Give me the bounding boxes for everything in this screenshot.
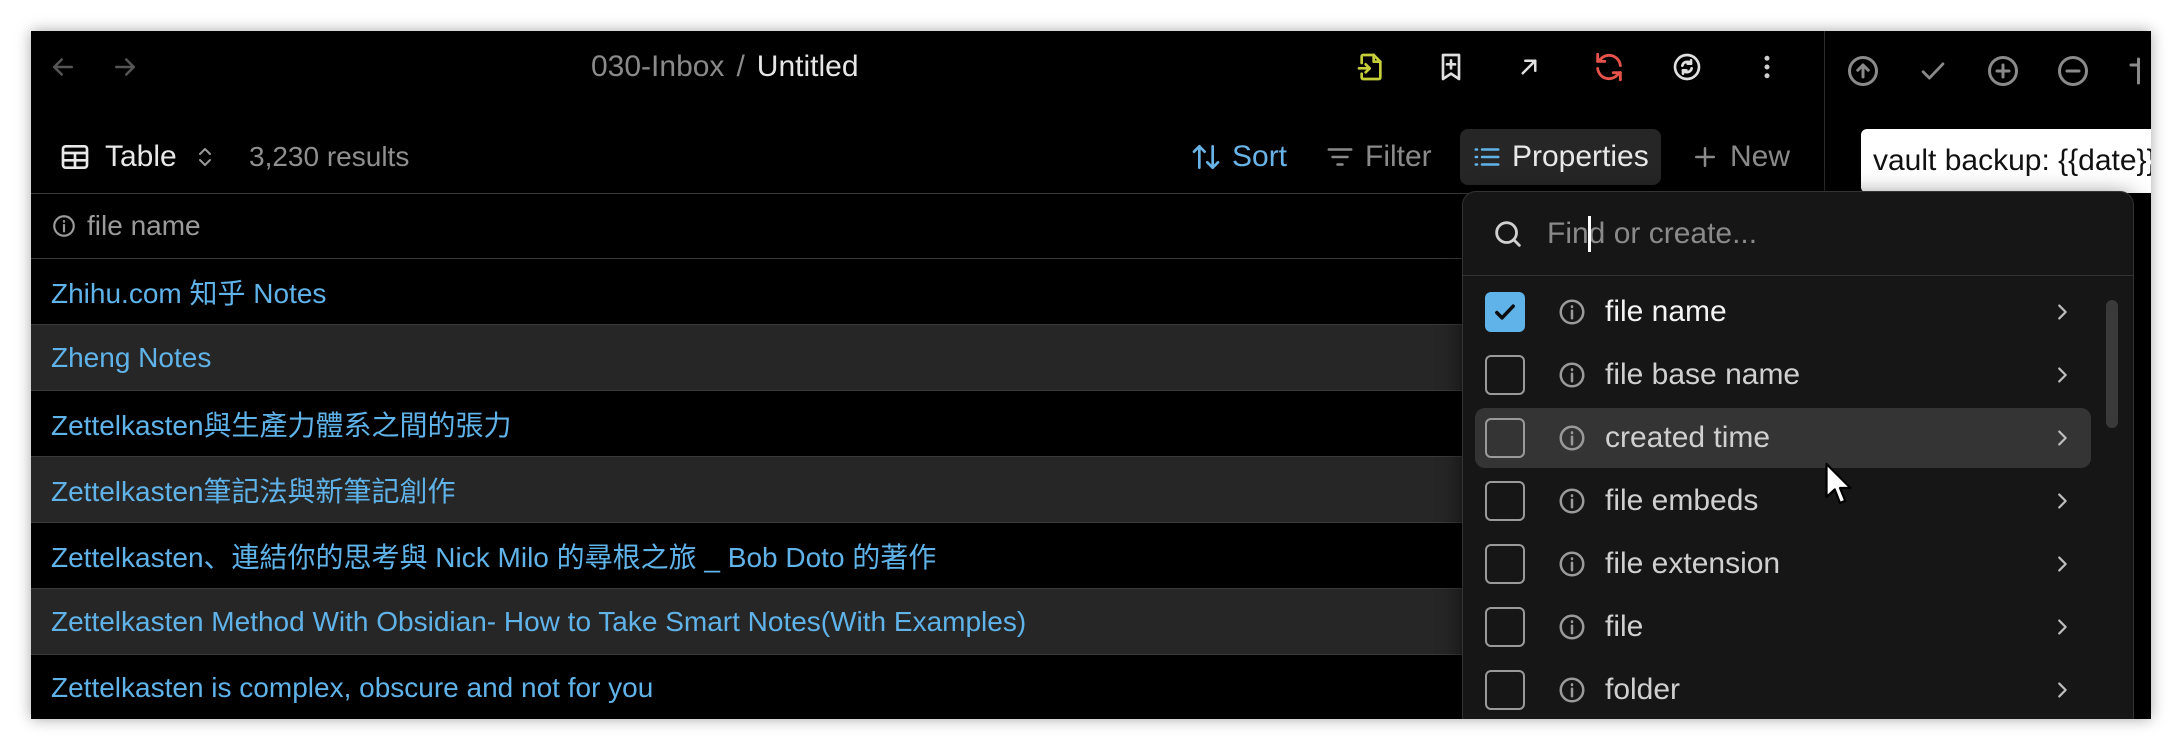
dropdown-scrollbar[interactable] <box>2106 300 2118 428</box>
list-icon <box>1472 142 1502 172</box>
table-row[interactable]: Zhihu.com 知乎 Notes <box>31 259 1501 325</box>
chevron-right-icon[interactable] <box>2051 677 2073 703</box>
property-search-input[interactable] <box>1547 211 2087 256</box>
property-item-file[interactable]: file <box>1475 597 2091 657</box>
checkbox[interactable] <box>1485 607 1525 647</box>
table-row[interactable]: Zettelkasten is complex, obscure and not… <box>31 655 1501 719</box>
checkbox[interactable] <box>1485 355 1525 395</box>
sync-icon[interactable] <box>1589 47 1629 87</box>
results-table: file name Zhihu.com 知乎 Notes Zheng Notes… <box>31 193 1501 719</box>
back-arrow-icon[interactable] <box>45 49 81 85</box>
checkbox-checked[interactable] <box>1485 292 1525 332</box>
more-actions-icon[interactable] <box>2123 51 2151 91</box>
commit-check-icon[interactable] <box>1913 51 1953 91</box>
breadcrumb-folder[interactable]: 030-Inbox <box>591 50 724 84</box>
property-label: file extension <box>1605 547 1781 580</box>
info-icon <box>51 213 77 239</box>
push-arrow-up-icon[interactable] <box>1843 51 1883 91</box>
property-search <box>1463 192 2133 276</box>
checkbox[interactable] <box>1485 481 1525 521</box>
info-icon <box>1557 360 1587 390</box>
property-item-folder[interactable]: folder <box>1475 660 2091 719</box>
filter-label: Filter <box>1365 140 1432 173</box>
property-item-created-time[interactable]: created time <box>1475 408 2091 468</box>
table-row[interactable]: Zettelkasten筆記法與新筆記創作 <box>31 457 1501 523</box>
chevron-right-icon[interactable] <box>2051 299 2073 325</box>
chevron-right-icon[interactable] <box>2051 362 2073 388</box>
plus-icon <box>1690 142 1720 172</box>
breadcrumb-separator: / <box>736 50 745 83</box>
property-item-file-base-name[interactable]: file base name <box>1475 345 2091 405</box>
bookmark-add-icon[interactable] <box>1431 47 1471 87</box>
view-name: Table <box>105 140 177 173</box>
chevron-right-icon[interactable] <box>2051 614 2073 640</box>
breadcrumb: 030-Inbox / Untitled <box>591 47 859 87</box>
app-window: 030-Inbox / Untitled Table 3,230 results… <box>31 31 2151 719</box>
property-label: created time <box>1605 421 1771 454</box>
properties-label: Properties <box>1512 140 1649 173</box>
text-caret <box>1588 216 1591 252</box>
chevron-right-icon[interactable] <box>2051 488 2073 514</box>
info-icon <box>1557 549 1587 579</box>
chevron-right-icon[interactable] <box>2051 551 2073 577</box>
column-header-label: file name <box>87 210 201 241</box>
info-icon <box>1557 486 1587 516</box>
view-switcher[interactable]: Table <box>59 125 217 189</box>
property-label: file name <box>1605 295 1727 328</box>
info-icon <box>1557 612 1587 642</box>
title-bar: 030-Inbox / Untitled <box>31 31 1824 103</box>
info-icon <box>1557 297 1587 327</box>
sort-arrows-icon <box>1190 141 1222 173</box>
result-count: 3,230 results <box>249 141 410 172</box>
checkbox[interactable] <box>1485 670 1525 710</box>
mouse-pointer-icon <box>1825 462 1855 508</box>
property-label: file base name <box>1605 358 1801 391</box>
info-icon <box>1557 423 1587 453</box>
unstage-all-minus-icon[interactable] <box>2053 51 2093 91</box>
sort-label: Sort <box>1232 140 1288 173</box>
property-label: folder <box>1605 673 1681 706</box>
column-header-file-name[interactable]: file name <box>31 193 1501 259</box>
table-row[interactable]: Zheng Notes <box>31 325 1501 391</box>
bases-toolbar: Table 3,230 results Sort Filter Properti… <box>31 125 1824 189</box>
filter-icon <box>1325 142 1355 172</box>
forward-arrow-icon[interactable] <box>107 49 143 85</box>
properties-button[interactable]: Properties <box>1460 129 1661 185</box>
chevron-right-icon[interactable] <box>2051 425 2073 451</box>
property-item-file-extension[interactable]: file extension <box>1475 534 2091 594</box>
more-options-icon[interactable] <box>1747 47 1787 87</box>
property-item-file-embeds[interactable]: file embeds <box>1475 471 2091 531</box>
info-icon <box>1557 675 1587 705</box>
chevrons-up-down-icon <box>193 143 217 171</box>
checkbox[interactable] <box>1485 544 1525 584</box>
property-item-file-name[interactable]: file name <box>1475 282 2091 342</box>
note-export-icon[interactable] <box>1351 47 1391 87</box>
stage-all-plus-icon[interactable] <box>1983 51 2023 91</box>
properties-dropdown: file name file base name <box>1462 191 2134 719</box>
new-label: New <box>1730 140 1791 173</box>
open-link-icon[interactable] <box>1509 47 1549 87</box>
filter-button[interactable]: Filter <box>1313 129 1444 185</box>
table-icon <box>59 141 91 173</box>
property-label: file <box>1605 610 1644 643</box>
breadcrumb-current[interactable]: Untitled <box>757 50 859 84</box>
new-button[interactable]: New <box>1678 129 1802 185</box>
search-icon <box>1491 217 1525 251</box>
refresh-circle-icon[interactable] <box>1667 47 1707 87</box>
table-row[interactable]: Zettelkasten與生產力體系之間的張力 <box>31 391 1501 457</box>
checkbox[interactable] <box>1485 418 1525 458</box>
sort-button[interactable]: Sort <box>1178 129 1299 185</box>
table-row[interactable]: Zettelkasten Method With Obsidian- How t… <box>31 589 1501 655</box>
commit-message-input[interactable]: vault backup: {{date}} <box>1861 129 2151 193</box>
table-row[interactable]: Zettelkasten、連結你的思考與 Nick Milo 的尋根之旅 _ B… <box>31 523 1501 589</box>
